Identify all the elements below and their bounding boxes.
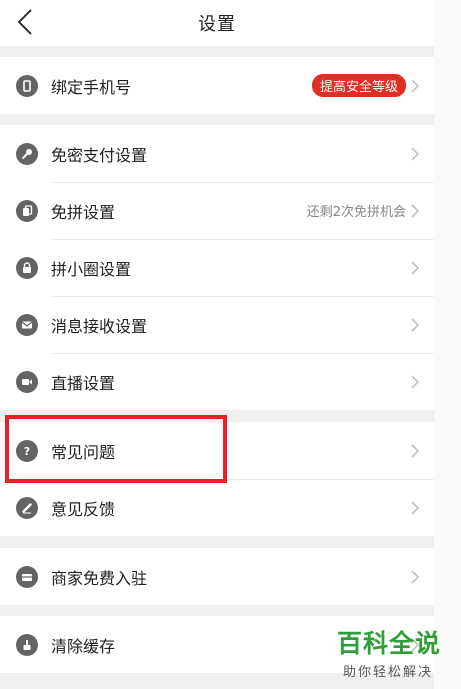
pencil-icon bbox=[16, 496, 38, 519]
chevron-right-icon bbox=[411, 203, 420, 218]
secret-free-payment-label: 免密支付设置 bbox=[51, 145, 148, 165]
question-icon: ? bbox=[16, 439, 38, 462]
broom-icon bbox=[16, 633, 38, 656]
key-icon bbox=[16, 142, 38, 165]
live-settings-item[interactable]: 直播设置 bbox=[0, 353, 434, 410]
free-group-remaining: 还剩2次免拼机会 bbox=[306, 205, 406, 220]
video-icon bbox=[16, 370, 38, 393]
clear-cache-label: 清除缓存 bbox=[51, 636, 116, 656]
faq-label: 常见问题 bbox=[51, 442, 116, 462]
svg-text:?: ? bbox=[24, 445, 30, 458]
watermark-subtitle: 助你轻松解决 bbox=[343, 665, 434, 680]
circle-settings-item[interactable]: 拼小圈设置 bbox=[0, 239, 434, 296]
free-group-item[interactable]: 免拼设置 还剩2次免拼机会 bbox=[0, 182, 434, 239]
chevron-right-icon bbox=[411, 78, 420, 93]
chevron-right-icon bbox=[411, 443, 420, 458]
message-settings-label: 消息接收设置 bbox=[51, 316, 148, 336]
back-arrow-icon[interactable] bbox=[14, 8, 38, 36]
phone-group: 绑定手机号 提高安全等级 bbox=[0, 57, 434, 114]
chevron-right-icon bbox=[411, 260, 420, 275]
live-settings-label: 直播设置 bbox=[51, 373, 116, 393]
chevron-right-icon bbox=[411, 146, 420, 161]
settings-screen: 设置 绑定手机号 提高安全等级 免密支付设置 免拼设置 还剩2次免拼机会 拼小圈… bbox=[0, 0, 434, 689]
merchant-group: 商家免费入驻 bbox=[0, 548, 434, 605]
chevron-right-icon bbox=[411, 317, 420, 332]
watermark-title: 百科全说 bbox=[337, 629, 442, 658]
page-title: 设置 bbox=[198, 14, 236, 35]
merchant-join-item[interactable]: 商家免费入驻 bbox=[0, 548, 434, 605]
mail-icon bbox=[16, 313, 38, 336]
free-group-label: 免拼设置 bbox=[51, 202, 116, 222]
message-settings-item[interactable]: 消息接收设置 bbox=[0, 296, 434, 353]
chevron-right-icon bbox=[411, 374, 420, 389]
lock-icon bbox=[16, 256, 38, 279]
feedback-item[interactable]: 意见反馈 bbox=[0, 479, 434, 536]
faq-item[interactable]: ? 常见问题 bbox=[0, 422, 434, 479]
page-edge bbox=[434, 0, 461, 689]
nav-bar: 设置 bbox=[0, 0, 434, 46]
chevron-right-icon bbox=[411, 500, 420, 515]
help-group: ? 常见问题 意见反馈 bbox=[0, 422, 434, 536]
bind-phone-item[interactable]: 绑定手机号 提高安全等级 bbox=[0, 57, 434, 114]
chevron-right-icon bbox=[411, 569, 420, 584]
store-icon bbox=[16, 565, 38, 588]
bind-phone-label: 绑定手机号 bbox=[51, 77, 132, 97]
copy-icon bbox=[16, 199, 38, 222]
secret-free-payment-item[interactable]: 免密支付设置 bbox=[0, 125, 434, 182]
circle-settings-label: 拼小圈设置 bbox=[51, 259, 132, 279]
watermark: 百科全说 助你轻松解决 bbox=[337, 629, 449, 681]
feedback-label: 意见反馈 bbox=[51, 499, 116, 519]
main-settings-group: 免密支付设置 免拼设置 还剩2次免拼机会 拼小圈设置 消息接收设置 直播设置 bbox=[0, 125, 434, 410]
phone-icon bbox=[16, 74, 38, 97]
merchant-join-label: 商家免费入驻 bbox=[51, 568, 148, 588]
security-badge: 提高安全等级 bbox=[311, 74, 406, 97]
